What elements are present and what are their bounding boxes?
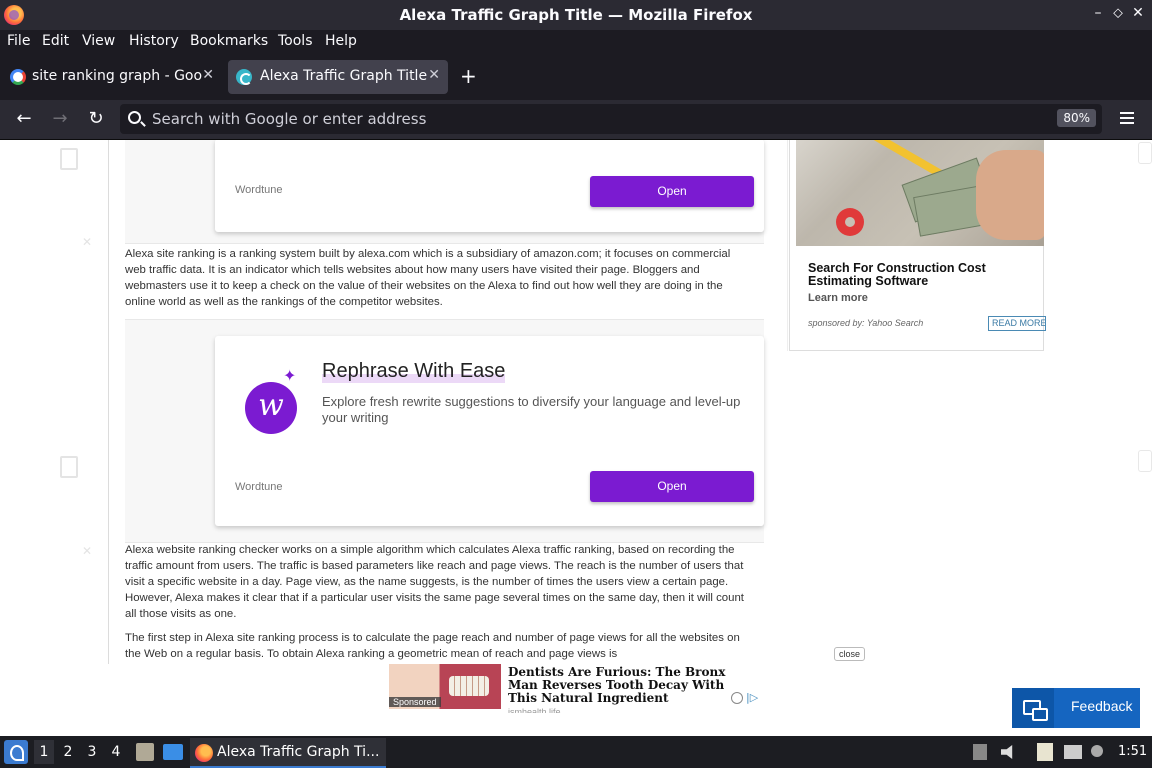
menu-history[interactable]: History: [129, 33, 179, 49]
close-icon: ✕: [82, 235, 93, 249]
clipboard-icon[interactable]: [1037, 743, 1053, 761]
sidebar-border: [787, 140, 788, 351]
article-paragraph: Alexa website ranking checker works on a…: [125, 544, 744, 620]
sparkle-icon: ✦: [283, 366, 297, 385]
taskbar: 1 2 3 4 Alexa Traffic Graph Ti... 1:51: [0, 736, 1152, 768]
menu-edit[interactable]: Edit: [42, 33, 69, 49]
maximize-button[interactable]: ⬦: [1108, 5, 1128, 21]
menu-view[interactable]: View: [82, 33, 115, 49]
document-icon: [60, 456, 78, 478]
tab-alexa-traffic[interactable]: Alexa Traffic Graph Title ✕: [228, 60, 448, 94]
teeth-shape: [449, 676, 489, 696]
learn-more-link[interactable]: Learn more: [808, 292, 868, 304]
sponsored-label: Sponsored: [389, 697, 441, 707]
wordtune-ad-card[interactable]: w ✦ Rephrase With Ease Explore fresh rew…: [215, 336, 764, 526]
taskbar-firefox-window[interactable]: Alexa Traffic Graph Ti...: [190, 738, 386, 768]
workspace-3[interactable]: 3: [82, 744, 102, 760]
minimize-button[interactable]: –: [1088, 5, 1108, 21]
hamburger-menu-icon[interactable]: [1120, 112, 1134, 124]
network-icon[interactable]: [1064, 745, 1082, 759]
document-icon: [60, 148, 78, 170]
chat-bubbles-icon: [1012, 688, 1054, 728]
start-menu-icon[interactable]: [4, 740, 28, 764]
window-titlebar: Alexa Traffic Graph Title — Mozilla Fire…: [0, 0, 1152, 30]
clock[interactable]: 1:51: [1118, 744, 1147, 759]
bottom-ad-headline[interactable]: Dentists Are Furious: The Bronx Man Reve…: [508, 666, 748, 705]
tab-bar: site ranking graph - Google ✕ Alexa Traf…: [0, 54, 1152, 100]
tab-label: Alexa Traffic Graph Title: [260, 68, 428, 84]
site-favicon-icon: [236, 69, 252, 85]
sidebar-ad-title[interactable]: Search For Construction Cost Estimating …: [808, 262, 1028, 288]
close-icon: ✕: [82, 544, 93, 558]
firefox-icon: [195, 744, 213, 762]
file-manager-icon[interactable]: [136, 743, 154, 761]
menu-bar: File Edit View History Bookmarks Tools H…: [0, 30, 1152, 54]
workspace-4[interactable]: 4: [106, 744, 126, 760]
menu-file[interactable]: File: [7, 33, 30, 49]
ad-brand: Wordtune: [235, 184, 283, 196]
ad-close-button[interactable]: close: [834, 647, 866, 661]
hand-shape: [976, 150, 1044, 240]
article-paragraph: Alexa site ranking is a ranking system b…: [125, 248, 731, 308]
adchoices-icon[interactable]: |▷: [746, 691, 758, 704]
read-more-button[interactable]: READ MORE: [988, 316, 1046, 331]
url-input[interactable]: [152, 109, 1032, 129]
zoom-level-badge[interactable]: 80%: [1057, 109, 1096, 127]
navigation-bar: ← → ↻ 80%: [0, 100, 1152, 140]
menu-tools[interactable]: Tools: [278, 33, 313, 49]
ad-brand: Wordtune: [235, 481, 283, 493]
pencil-shape: [869, 140, 943, 178]
side-scroll-widget[interactable]: [1138, 142, 1152, 164]
wordtune-ad-card[interactable]: Wordtune Open: [215, 140, 764, 232]
ad-open-button[interactable]: Open: [590, 471, 754, 502]
show-desktop-icon[interactable]: [163, 744, 183, 760]
article-paragraph: The first step in Alexa site ranking pro…: [125, 632, 740, 660]
ad-image: [796, 140, 1044, 246]
sidebar-ad[interactable]: Search For Construction Cost Estimating …: [789, 140, 1046, 351]
battery-icon[interactable]: [973, 744, 987, 760]
search-icon: [128, 111, 141, 124]
workspace-2[interactable]: 2: [58, 744, 78, 760]
tab-google-search[interactable]: site ranking graph - Google ✕: [0, 60, 222, 94]
task-label: Alexa Traffic Graph Ti...: [217, 744, 380, 760]
ad-frame-middle: w ✦ Rephrase With Ease Explore fresh rew…: [125, 319, 764, 543]
page-content: ✕ ✕ Wordtune Open Alexa site ranking is …: [0, 140, 1152, 664]
close-window-button[interactable]: ✕: [1128, 5, 1148, 21]
reload-button[interactable]: ↻: [84, 108, 108, 129]
tab-label: site ranking graph - Google: [32, 68, 202, 84]
sponsor-label: sponsored by: Yahoo Search: [808, 318, 924, 328]
google-favicon-icon: [10, 69, 26, 85]
notification-icon[interactable]: [1091, 745, 1103, 757]
feedback-label: Feedback: [1071, 698, 1133, 714]
washer-shape: [836, 208, 864, 236]
bottom-ad-source: ismhealth.life: [508, 707, 561, 713]
new-tab-button[interactable]: +: [460, 64, 477, 88]
feedback-button[interactable]: Feedback: [1012, 688, 1140, 728]
window-title: Alexa Traffic Graph Title — Mozilla Fire…: [399, 6, 753, 24]
wordtune-logo-icon: w: [245, 382, 297, 434]
content-divider: [108, 140, 109, 664]
back-button[interactable]: ←: [12, 108, 36, 129]
menu-bookmarks[interactable]: Bookmarks: [190, 33, 268, 49]
ad-frame-top: Wordtune Open: [125, 140, 764, 244]
tab-close-icon[interactable]: ✕: [202, 67, 214, 83]
ad-headline: Rephrase With Ease: [322, 360, 506, 383]
side-scroll-widget[interactable]: [1138, 450, 1152, 472]
address-bar[interactable]: 80%: [120, 104, 1102, 134]
ad-info-icon[interactable]: [731, 692, 743, 704]
ad-description: Explore fresh rewrite suggestions to div…: [322, 394, 741, 425]
menu-help[interactable]: Help: [325, 33, 357, 49]
tab-close-icon[interactable]: ✕: [428, 67, 440, 83]
bottom-banner-ad[interactable]: Sponsored Dentists Are Furious: The Bron…: [0, 664, 1152, 736]
workspace-1[interactable]: 1: [34, 740, 54, 764]
ad-open-button[interactable]: Open: [590, 176, 754, 207]
forward-button[interactable]: →: [48, 108, 72, 129]
volume-icon[interactable]: [1001, 745, 1013, 759]
